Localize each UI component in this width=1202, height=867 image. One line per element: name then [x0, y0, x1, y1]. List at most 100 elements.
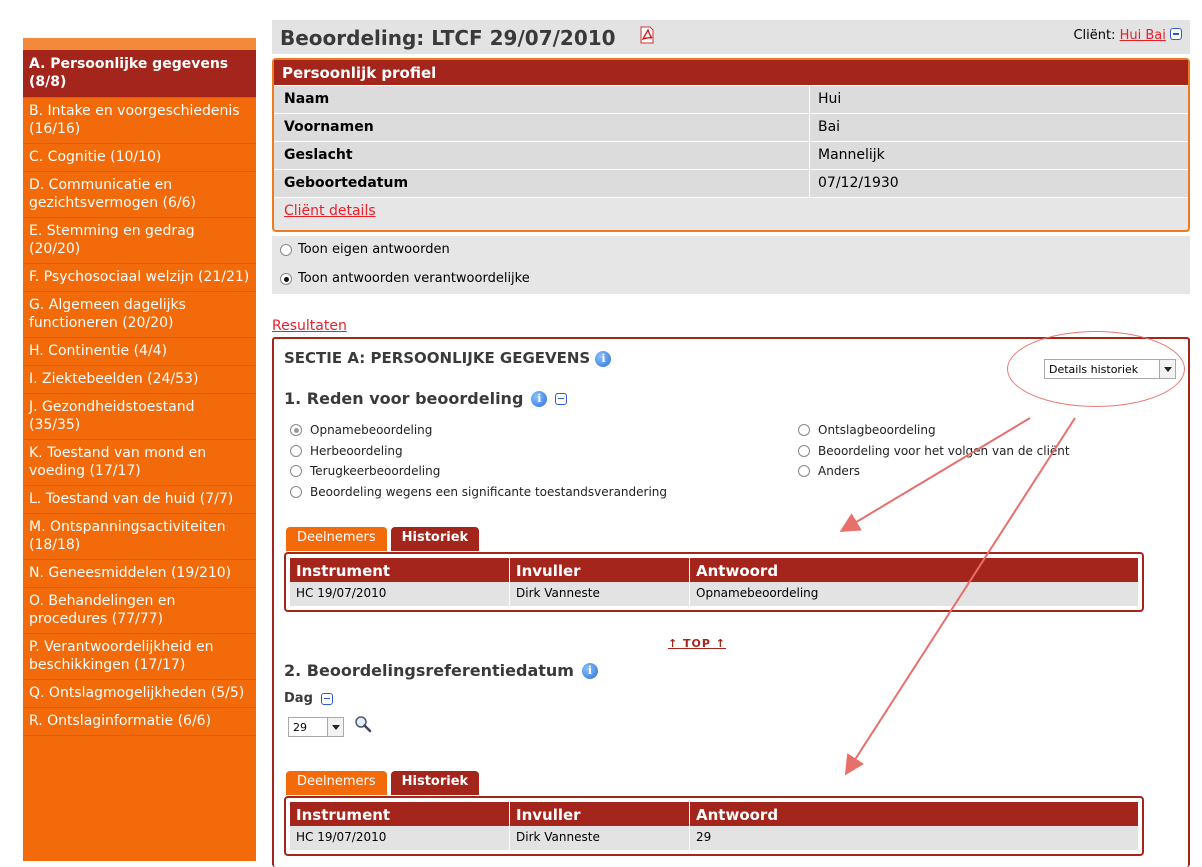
collapse-icon[interactable] — [1170, 28, 1182, 40]
sidebar-item-geneesmiddelen[interactable]: N. Geneesmiddelen (19/210) — [23, 560, 256, 588]
table-header: Instrument Invuller Antwoord — [290, 558, 1138, 582]
sidebar-item-ontspanning[interactable]: M. Ontspanningsactiviteiten (18/18) — [23, 514, 256, 560]
page-header: Beoordeling: LTCF 29/07/2010 Cliënt: Hui… — [272, 20, 1190, 54]
profile-value: Bai — [818, 119, 841, 135]
info-icon[interactable]: i — [581, 662, 598, 679]
day-label: Dag — [284, 691, 333, 706]
profile-row-voornamen: Voornamen Bai — [274, 113, 1188, 141]
tab-historiek[interactable]: Historiek — [390, 527, 480, 551]
radio-own-answers[interactable] — [280, 243, 292, 256]
sidebar-nav: A. Persoonlijke gegevens (8/8) B. Intake… — [23, 38, 256, 861]
chevron-down-icon — [1159, 360, 1175, 378]
radio-anders[interactable] — [798, 465, 810, 477]
option-ontslag[interactable]: Ontslagbeoordeling — [798, 423, 936, 437]
client-bar: Cliënt: Hui Bai — [1073, 28, 1182, 43]
question-2-history-table: Instrument Invuller Antwoord HC 19/07/20… — [284, 796, 1144, 856]
client-name-link[interactable]: Hui Bai — [1120, 28, 1166, 43]
option-opname[interactable]: Opnamebeoordeling — [290, 423, 432, 437]
radio-significante-verandering[interactable] — [290, 486, 302, 498]
question-1-tabs: Deelnemers Historiek — [286, 527, 480, 551]
question-2-title: 2. Beoordelingsreferentiedatum i — [284, 661, 598, 680]
day-select-value: 29 — [293, 721, 307, 734]
sidebar-item-continentie[interactable]: H. Continentie (4/4) — [23, 338, 256, 366]
day-select[interactable]: 29 — [288, 717, 344, 737]
option-label: Beoordeling wegens een significante toes… — [310, 485, 668, 499]
profile-row-naam: Naam Hui — [274, 85, 1188, 113]
column-invuller: Invuller — [510, 802, 690, 826]
table-header: Instrument Invuller Antwoord — [290, 802, 1138, 826]
option-own-answers[interactable]: Toon eigen antwoorden — [280, 242, 450, 257]
option-volgen[interactable]: Beoordeling voor het volgen van de cliën… — [798, 444, 1070, 458]
sidebar-item-cognitie[interactable]: C. Cognitie (10/10) — [23, 144, 256, 172]
profile-panel: Persoonlijk profiel Naam Hui Voornamen B… — [272, 58, 1190, 232]
collapse-icon[interactable] — [555, 392, 568, 405]
table-row: HC 19/07/2010 Dirk Vanneste Opnamebeoord… — [290, 582, 1138, 606]
section-panel: SECTIE A: PERSOONLIJKE GEGEVENS i Detail… — [272, 331, 1190, 867]
profile-key: Geslacht — [274, 142, 810, 169]
option-label: Opnamebeoordeling — [310, 423, 433, 437]
pdf-icon[interactable] — [639, 26, 655, 48]
cell-antwoord: Opnamebeoordeling — [696, 586, 819, 600]
table-row: HC 19/07/2010 Dirk Vanneste 29 — [290, 826, 1138, 850]
profile-value: 07/12/1930 — [818, 175, 899, 191]
sidebar-item-mond-voeding[interactable]: K. Toestand van mond en voeding (17/17) — [23, 440, 256, 486]
collapse-icon[interactable] — [320, 692, 333, 705]
sidebar-item-ziektebeelden[interactable]: I. Ziektebeelden (24/53) — [23, 366, 256, 394]
profile-key: Geboortedatum — [274, 170, 810, 197]
radio-terugkeer[interactable] — [290, 465, 302, 477]
sidebar-item-ontslagmogelijkheden[interactable]: Q. Ontslagmogelijkheden (5/5) — [23, 680, 256, 708]
sidebar-item-stemming[interactable]: E. Stemming en gedrag (20/20) — [23, 218, 256, 264]
column-antwoord: Antwoord — [696, 806, 779, 824]
profile-key: Voornamen — [274, 114, 810, 141]
profile-row-geboortedatum: Geboortedatum 07/12/1930 — [274, 169, 1188, 197]
cell-antwoord: 29 — [696, 830, 712, 844]
back-to-top-link[interactable]: ↑ TOP ↑ — [668, 637, 726, 650]
column-antwoord: Antwoord — [696, 562, 779, 580]
client-label: Cliënt: — [1073, 28, 1116, 43]
option-anders[interactable]: Anders — [798, 464, 860, 478]
option-label: Terugkeerbeoordeling — [310, 464, 441, 478]
radio-responsible-answers[interactable] — [280, 272, 292, 285]
sidebar-item-communicatie[interactable]: D. Communicatie en gezichtsvermogen (6/6… — [23, 172, 256, 218]
option-significante-verandering[interactable]: Beoordeling wegens een significante toes… — [290, 485, 667, 499]
details-history-select[interactable]: Details historiek — [1044, 359, 1176, 379]
view-options: Toon eigen antwoorden Toon antwoorden ve… — [272, 236, 1190, 294]
results-link[interactable]: Resultaten — [272, 318, 347, 334]
chevron-down-icon — [327, 718, 343, 736]
sidebar-item-gezondheidstoestand[interactable]: J. Gezondheidstoestand (35/35) — [23, 394, 256, 440]
sidebar-item-adl[interactable]: G. Algemeen dagelijks functioneren (20/2… — [23, 292, 256, 338]
info-icon[interactable]: i — [531, 390, 548, 407]
option-label: Ontslagbeoordeling — [818, 423, 936, 437]
sidebar-item-behandelingen[interactable]: O. Behandelingen en procedures (77/77) — [23, 588, 256, 634]
question-1-history-table: Instrument Invuller Antwoord HC 19/07/20… — [284, 552, 1144, 612]
question-1-title-text: 1. Reden voor beoordeling — [284, 389, 524, 408]
option-responsible-label: Toon antwoorden verantwoordelijke — [298, 271, 530, 286]
question-1-title: 1. Reden voor beoordeling i — [284, 389, 568, 408]
radio-opname[interactable] — [290, 424, 302, 436]
magnifier-icon[interactable] — [354, 715, 372, 737]
tab-deelnemers[interactable]: Deelnemers — [286, 771, 387, 795]
tab-historiek[interactable]: Historiek — [390, 771, 480, 795]
radio-herbeoordeling[interactable] — [290, 445, 302, 457]
radio-ontslag[interactable] — [798, 424, 810, 436]
tab-deelnemers[interactable]: Deelnemers — [286, 527, 387, 551]
option-responsible-answers[interactable]: Toon antwoorden verantwoordelijke — [280, 271, 530, 286]
sidebar-item-psychosociaal[interactable]: F. Psychosociaal welzijn (21/21) — [23, 264, 256, 292]
cell-invuller: Dirk Vanneste — [510, 826, 690, 850]
sidebar-item-persoonlijke-gegevens[interactable]: A. Persoonlijke gegevens (8/8) — [23, 50, 256, 98]
sidebar-item-ontslaginformatie[interactable]: R. Ontslaginformatie (6/6) — [23, 708, 256, 736]
column-instrument: Instrument — [290, 802, 510, 826]
radio-volgen[interactable] — [798, 445, 810, 457]
cell-invuller: Dirk Vanneste — [510, 582, 690, 606]
info-icon[interactable]: i — [595, 351, 612, 367]
option-herbeoordeling[interactable]: Herbeoordeling — [290, 444, 403, 458]
profile-key: Naam — [274, 86, 810, 113]
sidebar-item-intake[interactable]: B. Intake en voorgeschiedenis (16/16) — [23, 98, 256, 144]
section-title-text: SECTIE A: PERSOONLIJKE GEGEVENS — [284, 349, 591, 367]
sidebar-item-verantwoordelijkheid[interactable]: P. Verantwoordelijkheid en beschikkingen… — [23, 634, 256, 680]
question-2-tabs: Deelnemers Historiek — [286, 771, 480, 795]
section-title: SECTIE A: PERSOONLIJKE GEGEVENS i — [284, 349, 612, 367]
option-terugkeer[interactable]: Terugkeerbeoordeling — [290, 464, 440, 478]
sidebar-item-huid[interactable]: L. Toestand van de huid (7/7) — [23, 486, 256, 514]
client-details-link[interactable]: Cliënt details — [274, 197, 1188, 224]
